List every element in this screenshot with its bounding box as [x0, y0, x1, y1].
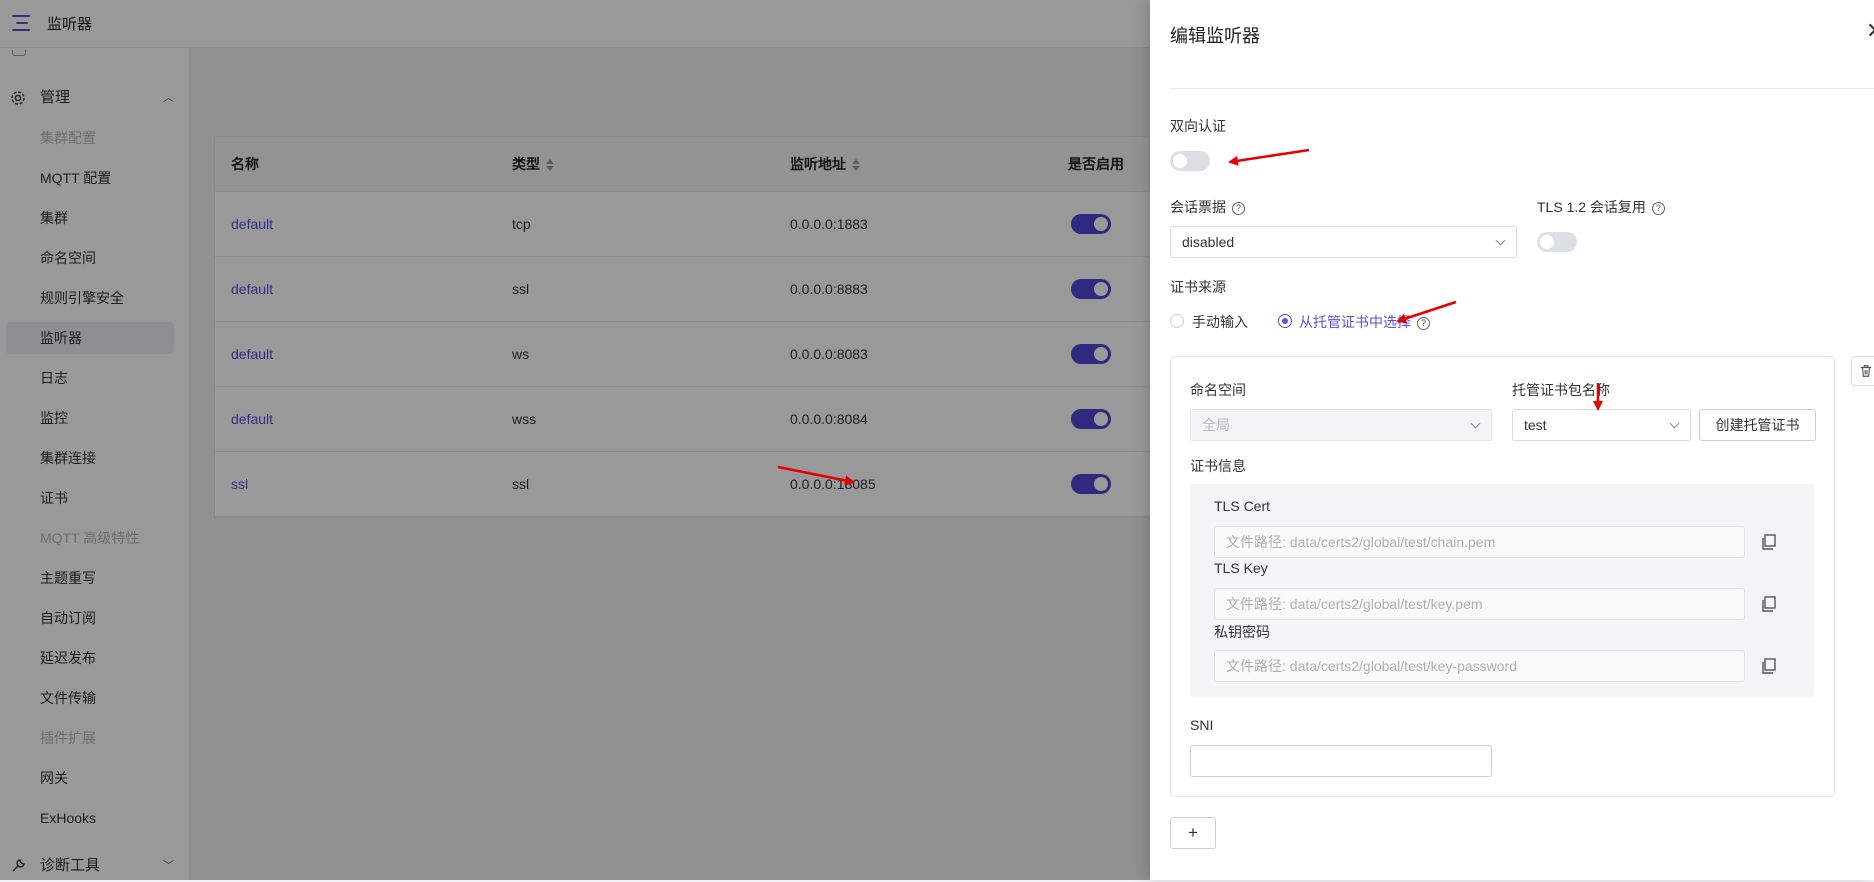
sni-label: SNI	[1190, 717, 1214, 733]
session-ticket-label: 会话票据?	[1170, 197, 1245, 217]
tls-cert-input[interactable]: 文件路径: data/certs2/global/test/chain.pem	[1214, 526, 1745, 558]
cert-info-label: 证书信息	[1190, 458, 1246, 474]
mutual-auth-label: 双向认证	[1170, 118, 1226, 134]
chevron-down-icon	[1495, 235, 1506, 246]
chevron-down-icon	[1470, 418, 1481, 429]
help-icon[interactable]: ?	[1651, 202, 1665, 215]
session-ticket-select[interactable]: disabled	[1170, 226, 1517, 258]
key-password-label: 私钥密码	[1214, 624, 1270, 640]
namespace-select: 全局	[1190, 409, 1492, 441]
create-managed-cert-button[interactable]: 创建托管证书	[1699, 409, 1816, 441]
help-icon[interactable]: ?	[1232, 202, 1245, 215]
radio-managed-cert[interactable]	[1278, 314, 1292, 328]
radio-managed-cert-label[interactable]: 从托管证书中选择?	[1299, 312, 1430, 332]
chevron-down-icon	[1669, 418, 1680, 429]
copy-icon[interactable]	[1760, 657, 1778, 675]
tls12-reuse-toggle[interactable]	[1537, 232, 1577, 252]
drawer-title: 编辑监听器	[1170, 26, 1260, 46]
close-icon[interactable]: ✕	[1866, 18, 1874, 44]
delete-button[interactable]	[1851, 356, 1874, 386]
mutual-auth-toggle[interactable]	[1170, 151, 1210, 171]
cert-bundle-label: 托管证书包名称	[1512, 382, 1610, 398]
add-button[interactable]: +	[1170, 817, 1216, 849]
namespace-label: 命名空间	[1190, 382, 1246, 398]
radio-manual-input-label[interactable]: 手动输入	[1192, 312, 1248, 332]
divider	[1170, 88, 1874, 89]
tls-key-label: TLS Key	[1214, 560, 1268, 576]
edit-listener-drawer: 编辑监听器 ✕ 双向认证 会话票据? disabled TLS 1.2 会话复用…	[1150, 0, 1874, 880]
copy-icon[interactable]	[1760, 595, 1778, 613]
tls-key-input[interactable]: 文件路径: data/certs2/global/test/key.pem	[1214, 588, 1745, 620]
cert-bundle-select[interactable]: test	[1512, 409, 1691, 441]
help-icon[interactable]: ?	[1417, 317, 1430, 330]
radio-manual-input[interactable]	[1170, 314, 1184, 328]
tls-cert-label: TLS Cert	[1214, 498, 1271, 514]
trash-icon	[1860, 365, 1872, 377]
sni-input[interactable]	[1190, 745, 1492, 777]
cert-source-label: 证书来源	[1170, 279, 1226, 295]
tls12-reuse-label: TLS 1.2 会话复用?	[1537, 197, 1665, 217]
key-password-input[interactable]: 文件路径: data/certs2/global/test/key-passwo…	[1214, 650, 1745, 682]
copy-icon[interactable]	[1760, 533, 1778, 551]
